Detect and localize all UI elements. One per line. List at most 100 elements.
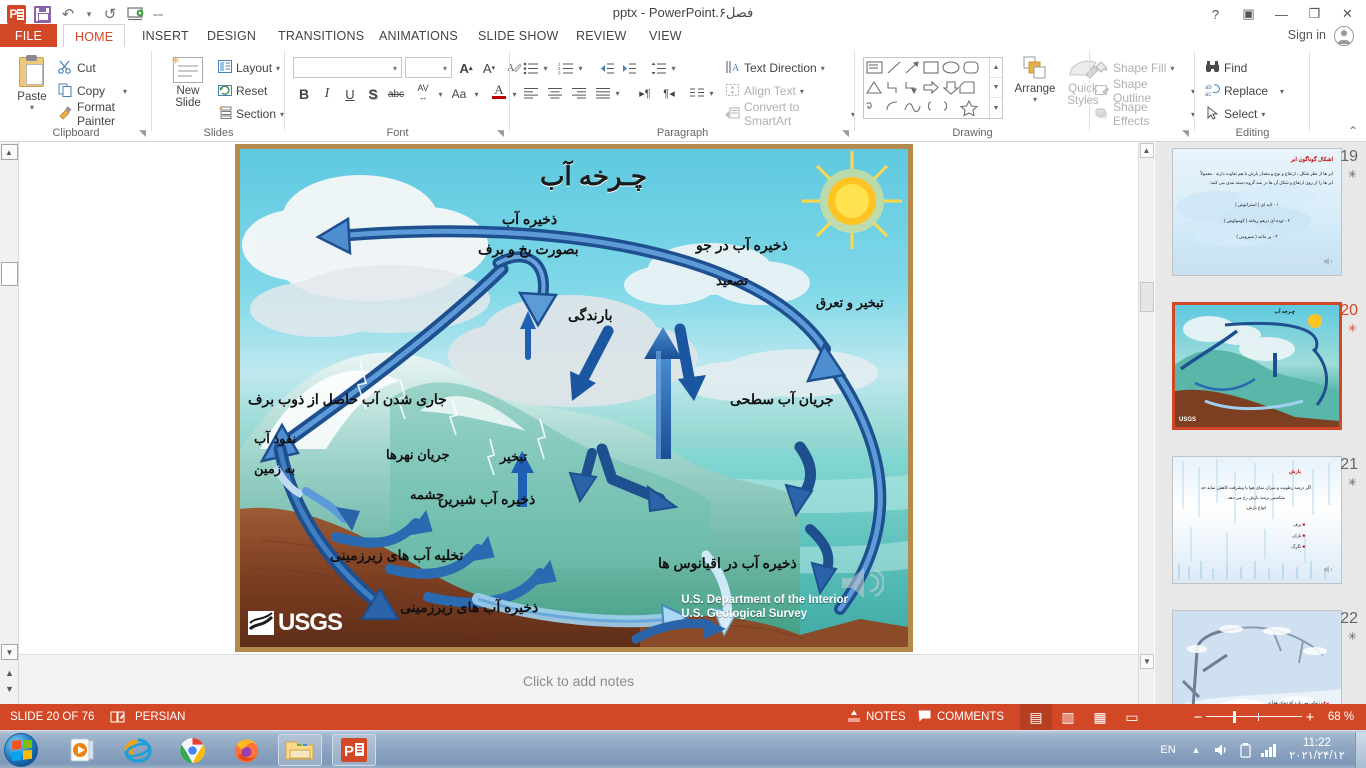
thumbnail-animation-star-21[interactable]: ✳ <box>1348 476 1357 489</box>
italic-button[interactable]: I <box>316 83 338 105</box>
change-case-dropdown-icon[interactable]: ▾ <box>471 83 482 105</box>
scroll-down-button[interactable]: ▼ <box>1 644 18 660</box>
tab-view[interactable]: VIEW <box>638 24 693 48</box>
shape-effects-button[interactable]: Shape Effects ▾ <box>1094 103 1195 125</box>
avatar[interactable] <box>1334 26 1354 46</box>
language-indicator[interactable]: PERSIAN <box>135 704 186 730</box>
clipboard-dialog-launcher[interactable]: ◥ <box>139 129 148 138</box>
align-right-button[interactable] <box>568 82 590 104</box>
numbering-dropdown-icon[interactable]: ▾ <box>575 57 586 79</box>
speaker-icon[interactable] <box>840 564 884 605</box>
replace-dropdown-icon[interactable]: ▾ <box>1280 87 1284 96</box>
columns-dropdown-icon[interactable]: ▾ <box>706 82 717 104</box>
thumbnail-slide-22[interactable]: برف زمانی می بارد که دمای هوا در نقاط زی… <box>1172 610 1342 704</box>
internet-explorer-icon[interactable] <box>116 734 160 766</box>
drawing-dialog-launcher[interactable]: ◥ <box>1182 129 1191 138</box>
copy-button[interactable]: Copy ▾ <box>58 80 127 102</box>
thumbnail-item[interactable]: چـرخه آب USGS 20 ✳ <box>1155 302 1366 450</box>
shapes-gallery[interactable]: ▲ ▼ ▼ <box>863 57 1003 119</box>
bullets-dropdown-icon[interactable]: ▾ <box>540 57 551 79</box>
change-case-button[interactable]: Aa <box>448 83 470 105</box>
section-button[interactable]: ✳ Section ▾ <box>218 103 284 125</box>
character-spacing-button[interactable]: AV ↔ <box>410 81 436 103</box>
outline-pane-scrollbar[interactable]: ▲ ▼ ▲ ▼ <box>0 142 19 704</box>
notes-pane[interactable]: Click to add notes <box>19 654 1138 704</box>
shapes-scroll-up-icon[interactable]: ▲ <box>990 58 1002 78</box>
language-indicator-tray[interactable]: EN <box>1152 744 1184 756</box>
tab-animations[interactable]: ANIMATIONS <box>368 24 469 48</box>
scrollbar-thumb[interactable] <box>1 262 18 286</box>
format-painter-button[interactable]: Format Painter <box>58 103 152 125</box>
normal-view-button[interactable]: ▤ <box>1020 704 1052 730</box>
font-dialog-launcher[interactable]: ◥ <box>497 129 506 138</box>
layout-button[interactable]: Layout ▾ <box>218 57 280 79</box>
slide-show-button[interactable]: ▭ <box>1116 704 1148 730</box>
shape-fill-button[interactable]: Shape Fill ▾ <box>1094 57 1174 79</box>
bold-button[interactable]: B <box>293 83 315 105</box>
tab-design[interactable]: DESIGN <box>196 24 267 48</box>
thumbnail-item[interactable]: اشکال گوناگون ابر ابر ها از نظر شکل ، ار… <box>1155 148 1366 296</box>
convert-to-smartart-button[interactable]: Convert to SmartArt ▾ <box>725 103 855 125</box>
cut-button[interactable]: Cut <box>58 57 96 79</box>
shrink-font-button[interactable]: A▾ <box>478 57 500 79</box>
paragraph-dialog-launcher[interactable]: ◥ <box>842 129 851 138</box>
shapes-scroll-down-icon[interactable]: ▼ <box>990 78 1002 98</box>
canvas-scroll-down-icon[interactable]: ▼ <box>1140 654 1154 669</box>
thumbnail-slide-20[interactable]: چـرخه آب USGS <box>1172 302 1342 430</box>
thumbnail-slide-21[interactable]: بارش اگر درصد رطوبت و میزان نمای هوا با … <box>1172 456 1342 584</box>
zoom-control[interactable]: − + 68 % ⛶ <box>1190 704 1366 730</box>
align-center-button[interactable] <box>544 82 566 104</box>
increase-indent-button[interactable] <box>618 57 640 79</box>
tab-slide-show[interactable]: SLIDE SHOW <box>467 24 570 48</box>
layout-dropdown-icon[interactable]: ▾ <box>276 64 280 73</box>
thumbnail-animation-star-20[interactable]: ✳ <box>1348 322 1357 335</box>
zoom-slider-handle[interactable] <box>1233 711 1236 723</box>
tab-home[interactable]: HOME <box>63 24 125 48</box>
clock[interactable]: 11:22 ۲۰۲۱/۲۴/۱۲ <box>1282 737 1352 763</box>
line-spacing-button[interactable] <box>648 57 670 79</box>
canvas-scrollbar-thumb[interactable] <box>1140 282 1154 312</box>
font-name-combo[interactable]: ▾ <box>293 57 402 78</box>
show-desktop-strip[interactable] <box>1355 732 1366 768</box>
slide-thumbnails-pane[interactable]: اشکال گوناگون ابر ابر ها از نظر شکل ، ار… <box>1155 142 1366 704</box>
tab-review[interactable]: REVIEW <box>565 24 638 48</box>
previous-slide-button[interactable]: ▲ <box>1 666 18 680</box>
canvas-scroll-up-icon[interactable]: ▲ <box>1140 143 1154 158</box>
underline-button[interactable]: U <box>339 83 361 105</box>
rtl-direction-button[interactable]: ¶◂ <box>658 82 680 104</box>
notes-button[interactable]: NOTES <box>848 704 906 730</box>
network-icon[interactable] <box>1256 743 1282 757</box>
windows-media-player-icon[interactable] <box>62 734 106 766</box>
reading-view-button[interactable]: ▦ <box>1084 704 1116 730</box>
reset-button[interactable]: Reset <box>218 80 267 102</box>
justify-dropdown-icon[interactable]: ▾ <box>612 82 623 104</box>
zoom-in-button[interactable]: + <box>1302 709 1318 726</box>
next-slide-button[interactable]: ▼ <box>1 682 18 696</box>
paste-dropdown-icon[interactable]: ▾ <box>30 103 34 112</box>
columns-button[interactable] <box>686 82 708 104</box>
spelling-icon[interactable] <box>110 704 126 730</box>
slide-content[interactable]: چـرخه آب ذخیره آب بصورت یخ و برف بارندگی… <box>240 149 908 647</box>
font-size-combo[interactable]: ▾ <box>405 57 452 78</box>
show-hidden-icons-button[interactable]: ▲ <box>1184 745 1208 755</box>
tab-transitions[interactable]: TRANSITIONS <box>267 24 375 48</box>
character-spacing-dropdown-icon[interactable]: ▾ <box>435 83 446 105</box>
text-shadow-button[interactable]: S <box>362 83 384 105</box>
slide-pane-scrollbar[interactable]: ▲ ▼ <box>1138 142 1154 704</box>
copy-dropdown-icon[interactable]: ▾ <box>123 87 127 96</box>
powerpoint-taskbar-icon[interactable]: P <box>332 734 376 766</box>
zoom-slider[interactable] <box>1206 704 1302 730</box>
shapes-more-icon[interactable]: ▼ <box>990 98 1002 118</box>
tab-file[interactable]: FILE <box>0 24 57 48</box>
replace-button[interactable]: abac Replace ▾ <box>1205 80 1284 102</box>
slide-counter[interactable]: SLIDE 20 OF 76 <box>10 704 94 730</box>
grow-font-button[interactable]: A▴ <box>455 57 477 79</box>
thumbnail-item[interactable]: برف زمانی می بارد که دمای هوا در نقاط زی… <box>1155 610 1366 704</box>
select-button[interactable]: Select ▾ <box>1205 103 1265 125</box>
thumbnail-animation-star-22[interactable]: ✳ <box>1348 630 1357 643</box>
arrange-dropdown-icon[interactable]: ▾ <box>1033 95 1037 104</box>
tab-insert[interactable]: INSERT <box>131 24 200 48</box>
line-spacing-dropdown-icon[interactable]: ▾ <box>668 57 679 79</box>
ltr-direction-button[interactable]: ▸¶ <box>634 82 656 104</box>
thumbnail-animation-star-19[interactable]: ✳ <box>1348 168 1357 181</box>
